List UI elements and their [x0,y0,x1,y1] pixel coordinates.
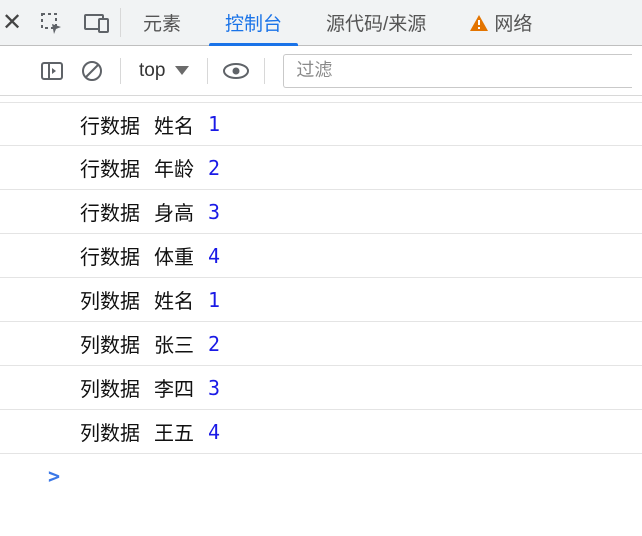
log-arg-number: 2 [208,332,220,356]
console-output: 行数据姓名1行数据年龄2行数据身高3行数据体重4列数据姓名1列数据张三2列数据李… [0,96,642,488]
context-label: top [139,60,165,82]
filter-input[interactable] [283,54,632,88]
log-arg: 李四 [154,373,194,402]
console-log-row: 列数据王五 4 [0,410,642,454]
console-prompt[interactable]: > [0,454,642,488]
chevron-down-icon [175,66,189,75]
devtools-tabstrip: ✕ 元素 控制台 源代码/来源 [0,0,642,46]
inspect-icon[interactable] [28,0,74,45]
log-arg: 行数据 [80,197,140,226]
execution-context-selector[interactable]: top [131,60,197,82]
log-arg: 王五 [154,417,194,446]
tab-sources[interactable]: 源代码/来源 [304,0,448,45]
log-arg: 列数据 [80,329,140,358]
tab-elements[interactable]: 元素 [121,0,203,45]
clear-console-icon[interactable] [74,53,110,89]
log-arg: 行数据 [80,110,140,139]
log-arg-number: 2 [208,156,220,180]
log-arg: 列数据 [80,417,140,446]
tab-label: 源代码/来源 [326,9,426,36]
device-toolbar-icon[interactable] [74,0,120,45]
close-devtools-icon[interactable]: ✕ [0,0,28,45]
live-expression-icon[interactable] [218,53,254,89]
log-arg: 列数据 [80,373,140,402]
log-arg: 姓名 [154,110,194,139]
tab-label: 网络 [494,9,532,36]
log-arg: 列数据 [80,285,140,314]
log-arg: 年龄 [154,153,194,182]
log-arg: 体重 [154,241,194,270]
log-arg-number: 4 [208,244,220,268]
tab-console[interactable]: 控制台 [203,0,304,45]
tab-label: 元素 [143,9,181,36]
console-toolbar: top [0,46,642,96]
log-arg-number: 1 [208,288,220,312]
console-log-row: 列数据姓名 1 [0,278,642,322]
filter-input-wrap [283,54,632,88]
tab-label: 控制台 [225,9,282,36]
tab-network[interactable]: 网络 [448,0,554,45]
toggle-sidebar-icon[interactable] [34,53,70,89]
console-log-row: 列数据张三 2 [0,322,642,366]
log-arg: 行数据 [80,241,140,270]
prompt-chevron-icon: > [48,464,60,488]
log-arg: 张三 [154,329,194,358]
log-arg: 身高 [154,197,194,226]
console-log-row: 列数据李四 3 [0,366,642,410]
log-arg: 姓名 [154,285,194,314]
console-log-row: 行数据姓名 1 [0,102,642,146]
warning-icon [470,15,488,31]
console-log-row: 行数据身高 3 [0,190,642,234]
log-arg: 行数据 [80,153,140,182]
log-arg-number: 3 [208,376,220,400]
log-arg-number: 1 [208,112,220,136]
log-arg-number: 3 [208,200,220,224]
console-log-row: 行数据体重 4 [0,234,642,278]
log-arg-number: 4 [208,420,220,444]
console-log-row: 行数据年龄 2 [0,146,642,190]
